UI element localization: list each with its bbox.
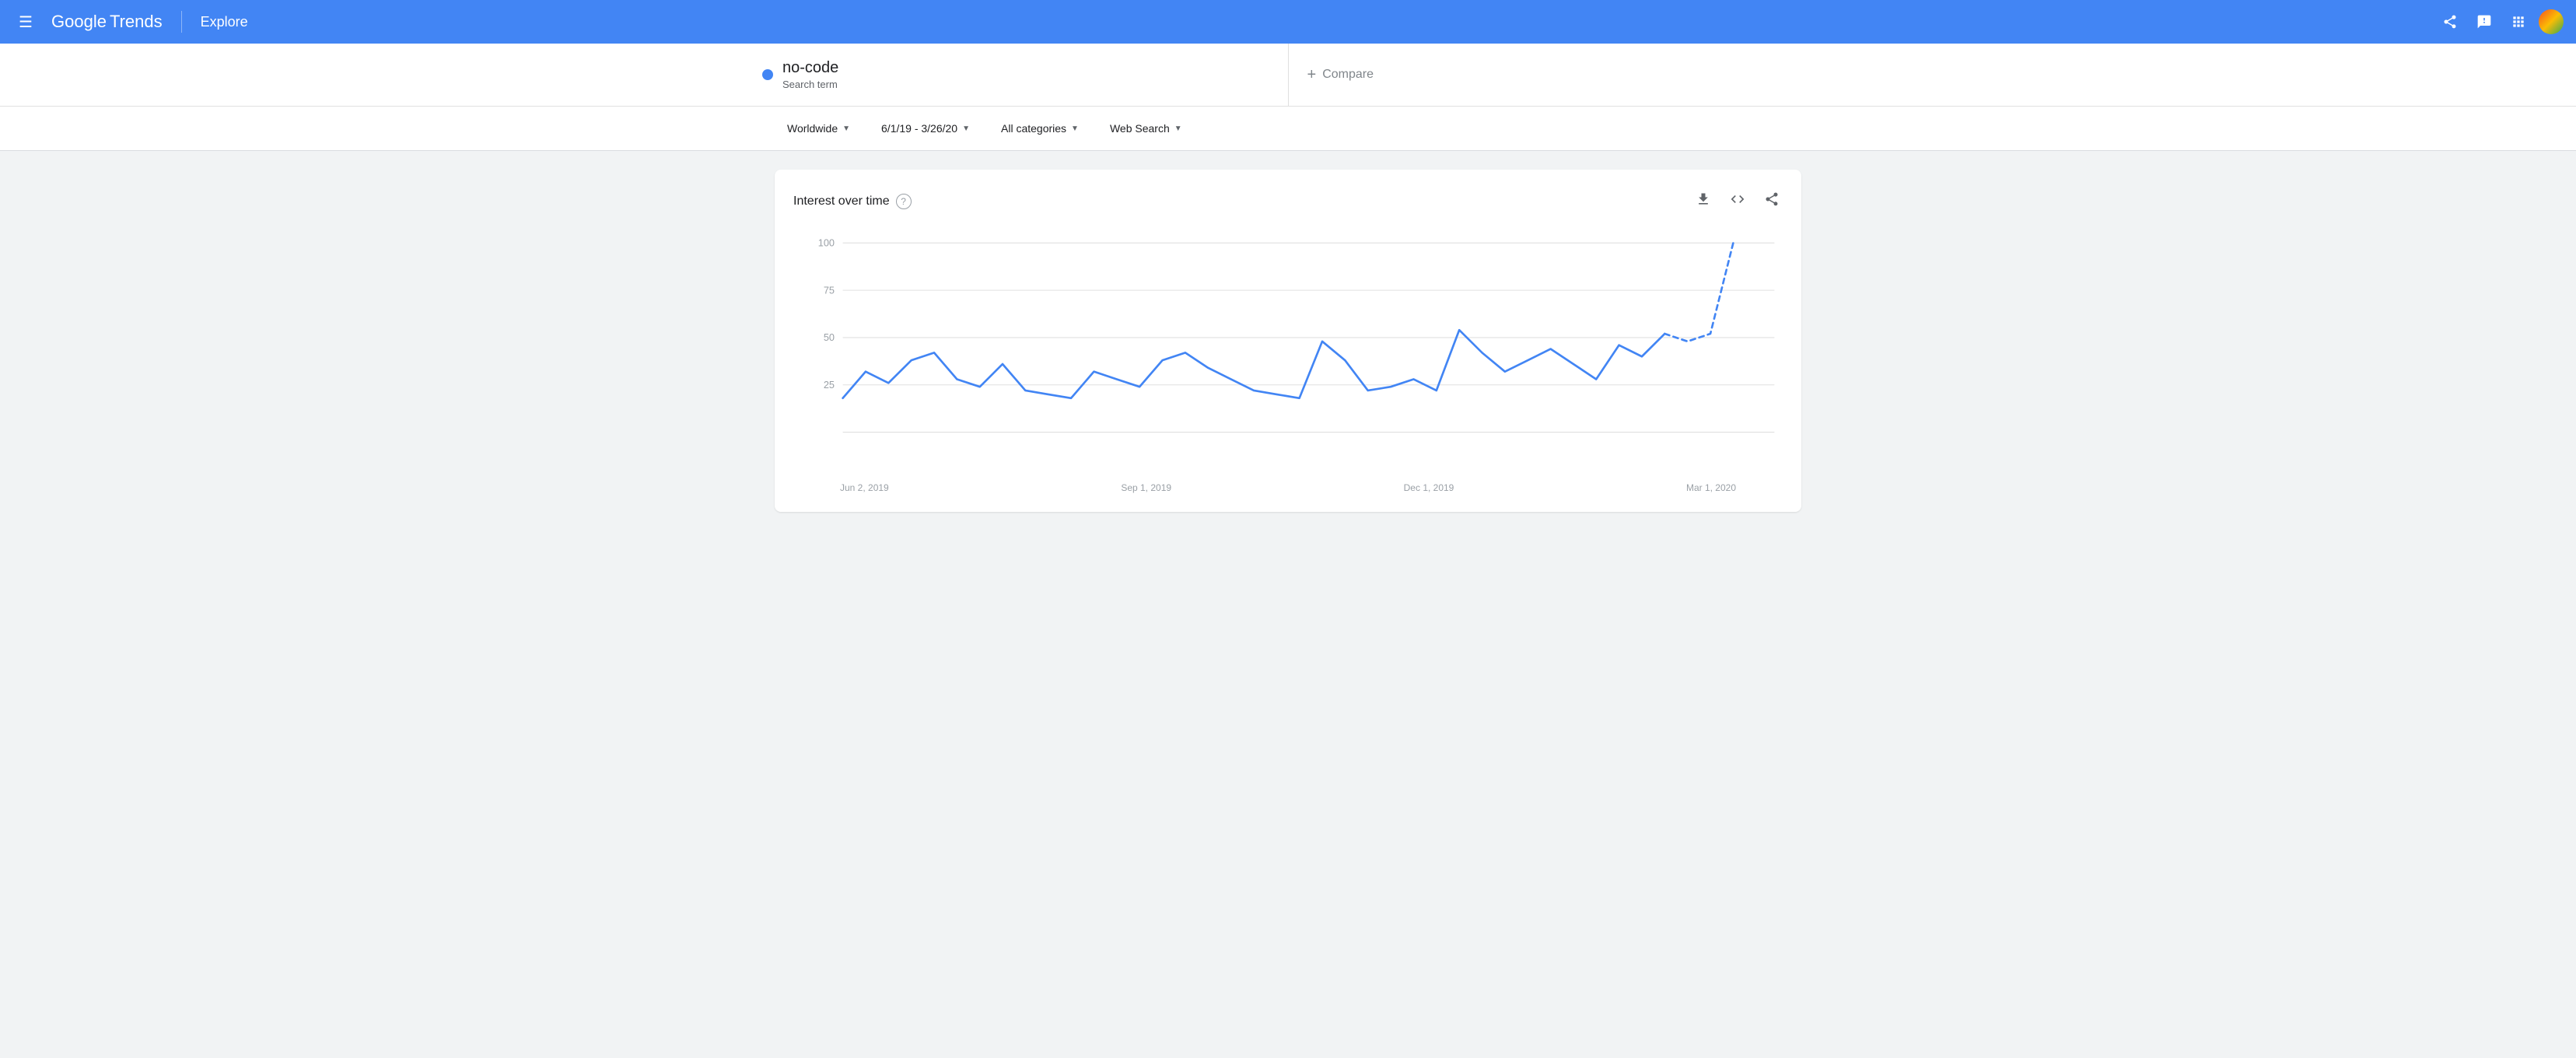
feedback-button[interactable]: [2470, 8, 2498, 36]
chart-share-button[interactable]: [1761, 188, 1783, 214]
compare-box[interactable]: + Compare: [1289, 44, 1833, 106]
logo-google: Google: [51, 12, 107, 32]
user-avatar[interactable]: [2539, 9, 2564, 34]
chart-container: 100 75 50 25 Jun 2, 2019 Sep 1, 2019 Dec…: [793, 226, 1783, 493]
share-icon: [2442, 14, 2458, 30]
x-axis-labels: Jun 2, 2019 Sep 1, 2019 Dec 1, 2019 Mar …: [793, 482, 1783, 493]
compare-label: Compare: [1322, 68, 1374, 82]
apps-button[interactable]: [2504, 8, 2532, 36]
location-chevron-icon: ▼: [842, 124, 850, 133]
header-icons: [2436, 8, 2564, 36]
app-header: ☰ Google Trends Explore: [0, 0, 2576, 44]
category-label: All categories: [1001, 122, 1066, 135]
search-term-info: no-code Search term: [782, 59, 838, 90]
search-term-type: Search term: [782, 79, 838, 90]
category-chevron-icon: ▼: [1071, 124, 1079, 133]
svg-text:75: 75: [824, 284, 835, 296]
search-term-box: no-code Search term: [744, 44, 1289, 106]
search-type-label: Web Search: [1110, 122, 1170, 135]
x-label-2: Sep 1, 2019: [1121, 482, 1171, 493]
feedback-icon: [2476, 14, 2492, 30]
category-filter[interactable]: All categories ▼: [989, 116, 1091, 141]
embed-icon: [1730, 191, 1745, 207]
x-label-4: Mar 1, 2020: [1686, 482, 1736, 493]
search-type-chevron-icon: ▼: [1174, 124, 1182, 133]
date-filter[interactable]: 6/1/19 - 3/26/20 ▼: [869, 116, 982, 141]
help-question-mark: ?: [901, 196, 906, 207]
x-label-1: Jun 2, 2019: [840, 482, 889, 493]
chart-title: Interest over time: [793, 194, 890, 208]
logo-trends: Trends: [110, 12, 163, 32]
location-filter[interactable]: Worldwide ▼: [775, 116, 863, 141]
svg-text:50: 50: [824, 331, 835, 343]
header-divider: [181, 11, 182, 33]
menu-icon[interactable]: ☰: [12, 6, 39, 38]
search-area: no-code Search term + Compare: [0, 44, 2576, 107]
svg-text:100: 100: [818, 237, 835, 249]
filters-area: Worldwide ▼ 6/1/19 - 3/26/20 ▼ All categ…: [0, 107, 2576, 151]
location-label: Worldwide: [787, 122, 838, 135]
header-explore: Explore: [201, 14, 248, 30]
chart-title-row: Interest over time ?: [793, 194, 912, 209]
download-icon: [1696, 191, 1711, 207]
chart-header: Interest over time ?: [793, 188, 1783, 214]
x-label-3: Dec 1, 2019: [1404, 482, 1454, 493]
share-button[interactable]: [2436, 8, 2464, 36]
search-row: no-code Search term + Compare: [744, 44, 1832, 106]
embed-button[interactable]: [1727, 188, 1748, 214]
chart-share-icon: [1764, 191, 1780, 207]
chart-actions: [1692, 188, 1783, 214]
search-term-dot: [762, 69, 773, 80]
search-term-name: no-code: [782, 59, 838, 77]
header-logo: Google Trends: [51, 12, 163, 32]
trend-chart: 100 75 50 25: [793, 226, 1783, 475]
chart-card: Interest over time ?: [775, 170, 1801, 512]
download-button[interactable]: [1692, 188, 1714, 214]
filters-row: Worldwide ▼ 6/1/19 - 3/26/20 ▼ All categ…: [744, 116, 1832, 141]
date-label: 6/1/19 - 3/26/20: [881, 122, 957, 135]
compare-plus-icon: +: [1307, 66, 1317, 84]
main-content: Interest over time ?: [744, 151, 1832, 531]
date-chevron-icon: ▼: [962, 124, 970, 133]
apps-icon: [2511, 14, 2526, 30]
search-type-filter[interactable]: Web Search ▼: [1097, 116, 1195, 141]
help-icon[interactable]: ?: [896, 194, 912, 209]
svg-text:25: 25: [824, 379, 835, 391]
